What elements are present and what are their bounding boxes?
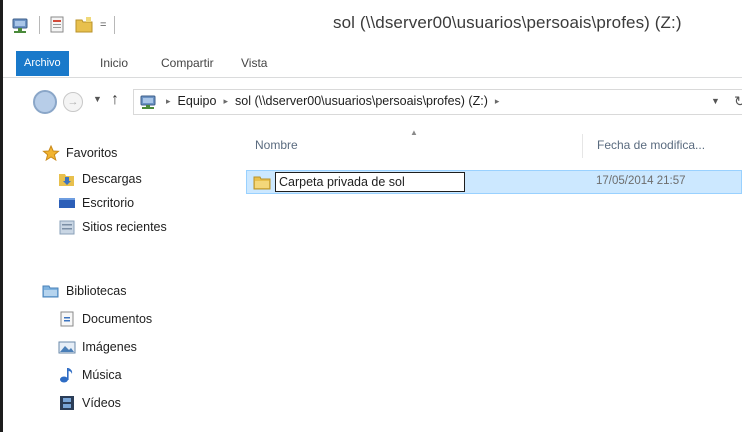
sidebar-item-favoritos[interactable]: Favoritos — [42, 142, 117, 164]
tab-archivo[interactable]: Archivo — [16, 51, 69, 76]
sidebar-item-label: Sitios recientes — [82, 220, 167, 234]
modified-date: 17/05/2014 21:57 — [596, 175, 686, 187]
breadcrumb-separator[interactable]: ▸ — [495, 96, 500, 107]
sidebar-item-label: Favoritos — [66, 146, 118, 160]
chevron-down-icon[interactable]: ▼ — [711, 96, 720, 106]
title-bar: = sol (\\dserver00\usuarios\persoais\pro… — [3, 0, 742, 48]
rename-input[interactable] — [275, 172, 465, 192]
recent-places-icon — [58, 219, 76, 235]
qat-separator — [39, 16, 40, 34]
breadcrumb-sol-drive[interactable]: sol (\\dserver00\usuarios\persoais\profe… — [235, 94, 488, 108]
music-icon — [58, 367, 76, 383]
up-arrow-icon[interactable]: ↑ — [111, 91, 119, 109]
sidebar-item-label: Vídeos — [82, 396, 121, 410]
column-header-date[interactable]: Fecha de modifica... — [597, 138, 705, 152]
videos-icon — [58, 395, 76, 411]
column-header-name[interactable]: Nombre — [255, 138, 298, 152]
navigation-bar: → ▼ ↑ ▸ Equipo ▸ sol (\\dserver00\usuari… — [3, 78, 742, 124]
column-divider[interactable] — [582, 134, 583, 158]
breadcrumb-separator[interactable]: ▸ — [223, 96, 228, 107]
sidebar-item-videos[interactable]: Vídeos — [58, 392, 121, 414]
folder-icon — [253, 174, 271, 190]
star-icon — [42, 144, 60, 162]
properties-icon[interactable] — [48, 16, 68, 34]
sidebar-item-imagenes[interactable]: Imágenes — [58, 336, 137, 358]
breadcrumb: ▸ Equipo ▸ sol (\\dserver00\usuarios\per… — [166, 94, 499, 108]
sidebar-item-musica[interactable]: Música — [58, 364, 122, 386]
computer-icon — [139, 95, 159, 110]
sidebar-item-label: Descargas — [82, 172, 142, 186]
table-row[interactable]: 17/05/2014 21:57 — [246, 170, 742, 194]
sort-ascending-icon: ▲ — [410, 128, 418, 137]
sidebar-item-label: Documentos — [82, 312, 153, 326]
documents-icon — [58, 311, 76, 327]
window-title: sol (\\dserver00\usuarios\persoais\profe… — [333, 13, 682, 32]
qat-separator — [114, 16, 116, 34]
breadcrumb-equipo[interactable]: Equipo — [178, 94, 217, 108]
sidebar-item-descargas[interactable]: Descargas — [58, 168, 142, 190]
sidebar-item-bibliotecas[interactable]: Bibliotecas — [42, 280, 126, 302]
back-button[interactable] — [33, 90, 57, 114]
drive-icon[interactable] — [11, 16, 31, 34]
address-bar[interactable]: ▸ Equipo ▸ sol (\\dserver00\usuarios\per… — [133, 89, 742, 115]
sidebar-item-sitios-recientes[interactable]: Sitios recientes — [58, 216, 167, 238]
forward-button[interactable]: → — [63, 92, 83, 112]
libraries-icon — [42, 283, 60, 299]
tab-inicio[interactable]: Inicio — [90, 51, 138, 76]
file-list: Nombre ▲ Fecha de modifica... 17/05/2014… — [225, 124, 742, 432]
breadcrumb-separator[interactable]: ▸ — [166, 96, 171, 107]
tab-vista[interactable]: Vista — [231, 51, 277, 76]
sidebar-item-label: Música — [82, 368, 122, 382]
sidebar-item-label: Imágenes — [82, 340, 137, 354]
sidebar-item-documentos[interactable]: Documentos — [58, 308, 152, 330]
tab-compartir[interactable]: Compartir — [151, 51, 224, 76]
new-folder-icon[interactable] — [74, 16, 94, 34]
recent-locations-icon[interactable]: ▼ — [93, 94, 102, 104]
downloads-icon — [58, 171, 76, 187]
quick-access-toolbar: = — [11, 14, 117, 36]
ribbon-tabs: Archivo Inicio Compartir Vista — [3, 48, 742, 78]
sidebar-item-label: Bibliotecas — [66, 284, 127, 298]
navigation-pane: Favoritos Descargas Escritorio Sitios re… — [3, 124, 225, 432]
qat-dropdown-icon[interactable]: = — [100, 19, 106, 31]
desktop-icon — [58, 195, 76, 211]
sidebar-item-label: Escritorio — [82, 196, 135, 210]
pictures-icon — [58, 339, 76, 355]
refresh-icon[interactable]: ↻ — [734, 93, 742, 110]
column-headers: Nombre ▲ Fecha de modifica... — [255, 128, 742, 158]
sidebar-item-escritorio[interactable]: Escritorio — [58, 192, 134, 214]
